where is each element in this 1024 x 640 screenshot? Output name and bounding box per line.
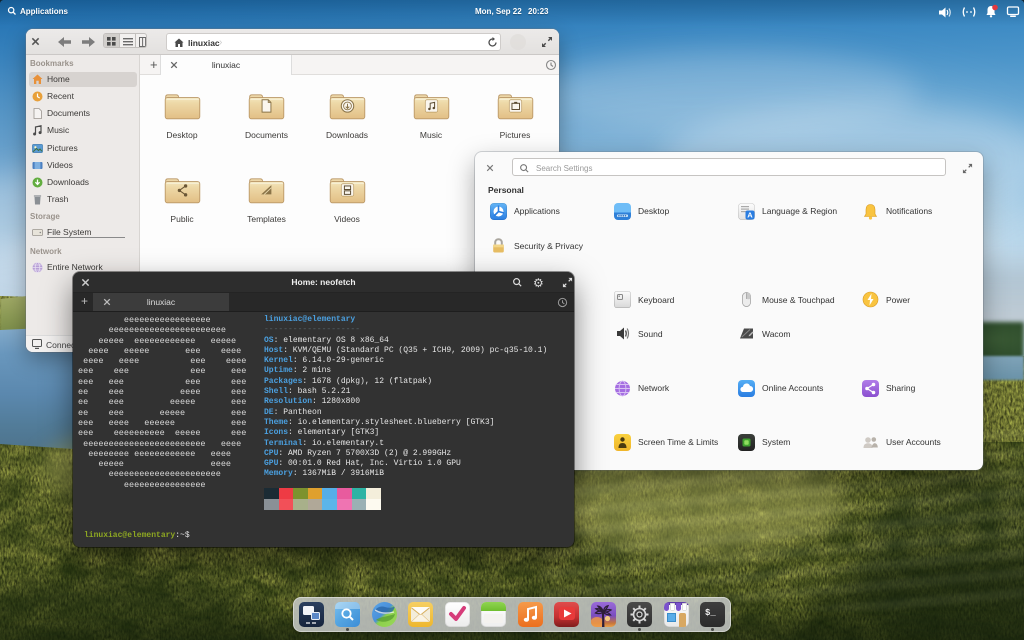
svg-text:A: A (747, 210, 753, 219)
